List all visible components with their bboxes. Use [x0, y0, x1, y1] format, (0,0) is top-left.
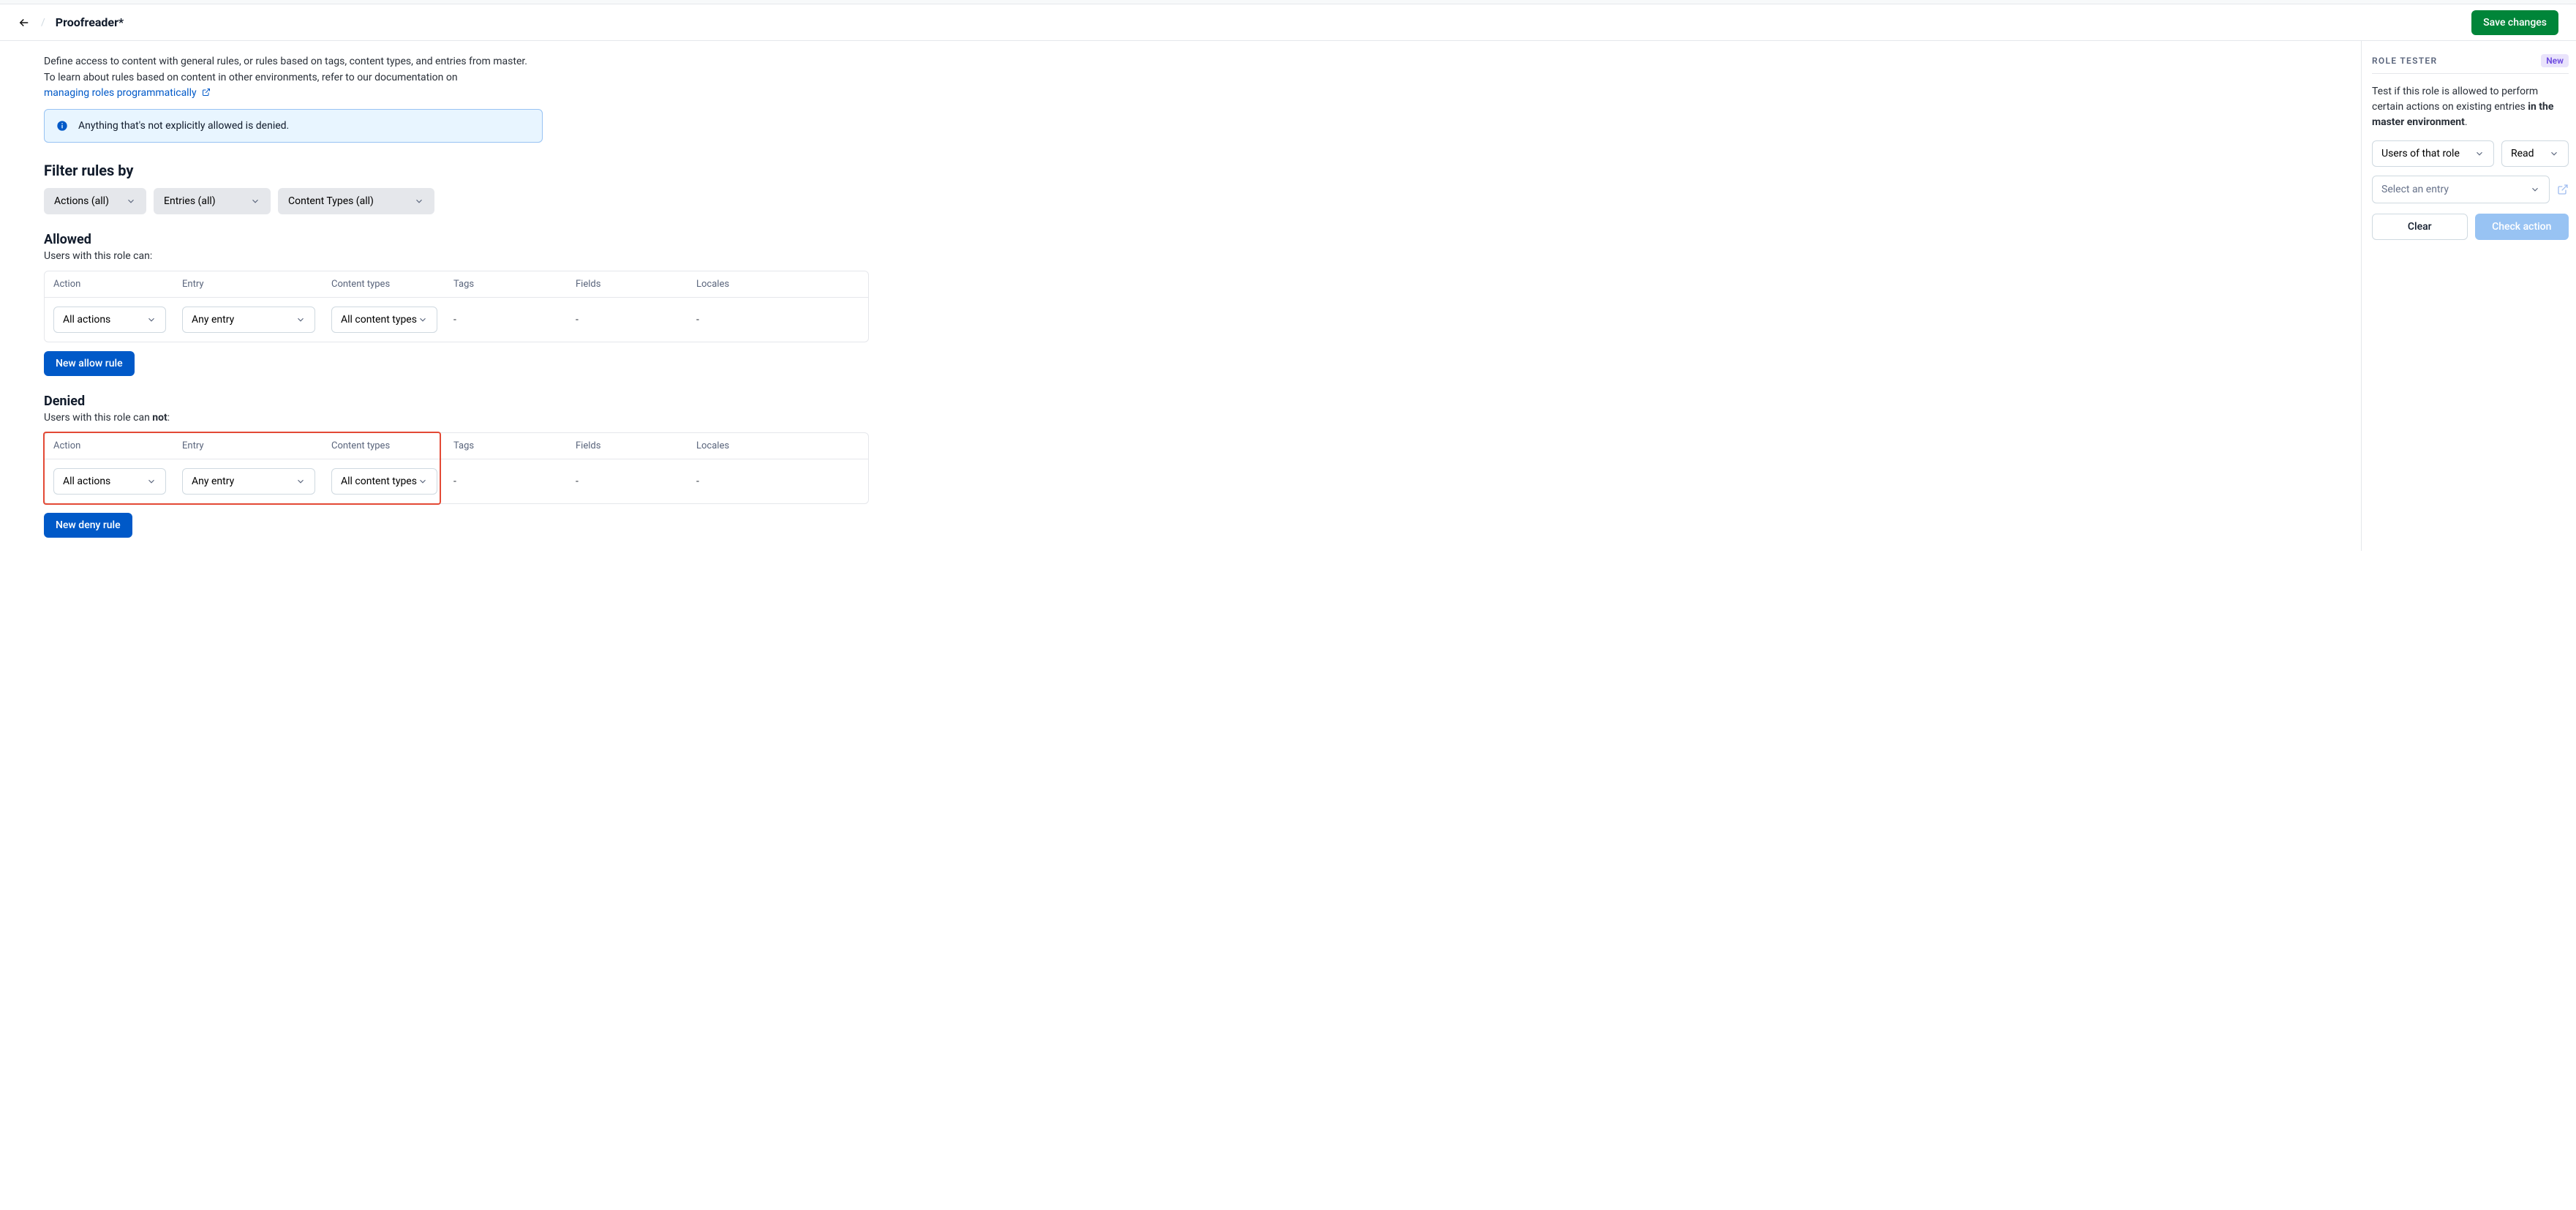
info-text: Anything that's not explicitly allowed i…: [78, 120, 289, 132]
filter-entries-label: Entries (all): [164, 195, 216, 207]
denied-desc-bold: not: [152, 412, 167, 424]
denied-locales-value: -: [696, 476, 859, 487]
denied-entry-select[interactable]: Any entry: [182, 468, 315, 495]
chevron-down-icon: [418, 315, 428, 325]
denied-action-select[interactable]: All actions: [53, 468, 166, 495]
filter-actions-label: Actions (all): [54, 195, 109, 207]
docs-link[interactable]: managing roles programmatically: [44, 87, 211, 99]
table-row: All actions Any entry All content types: [45, 459, 868, 503]
page-header: / Proofreader* Save changes: [0, 4, 2576, 41]
denied-action-value: All actions: [63, 476, 110, 487]
filter-rules-heading: Filter rules by: [44, 162, 2317, 179]
allowed-description: Users with this role can:: [44, 250, 2317, 262]
check-action-button[interactable]: Check action: [2475, 214, 2569, 240]
tester-users-select[interactable]: Users of that role: [2372, 140, 2494, 167]
intro-description: Define access to content with general ru…: [44, 54, 534, 102]
allowed-content-types-value: All content types: [341, 314, 417, 326]
role-tester-title: Role tester: [2372, 56, 2437, 66]
denied-content-types-select[interactable]: All content types: [331, 468, 437, 495]
col-locales: Locales: [696, 279, 859, 290]
chevron-down-icon: [2549, 149, 2559, 159]
chevron-down-icon: [146, 315, 157, 325]
col-entry: Entry: [182, 279, 331, 290]
chevron-down-icon: [295, 476, 306, 486]
denied-content-types-value: All content types: [341, 476, 417, 487]
back-arrow-icon[interactable]: [18, 16, 31, 29]
external-link-icon[interactable]: [2557, 184, 2569, 195]
denied-heading: Denied: [44, 394, 2317, 409]
role-tester-panel: Role tester New Test if this role is all…: [2361, 41, 2576, 551]
chevron-down-icon: [250, 196, 260, 206]
col-locales: Locales: [696, 440, 859, 451]
tester-entry-value: Select an entry: [2381, 184, 2449, 195]
chevron-down-icon: [126, 196, 136, 206]
col-action: Action: [53, 440, 182, 451]
denied-rules-table: Action Entry Content types Tags Fields L…: [44, 432, 869, 504]
tester-action-select[interactable]: Read: [2501, 140, 2569, 167]
allowed-entry-select[interactable]: Any entry: [182, 307, 315, 333]
breadcrumb-separator: /: [41, 17, 45, 29]
chevron-down-icon: [2474, 149, 2485, 159]
col-action: Action: [53, 279, 182, 290]
info-icon: [56, 120, 68, 132]
role-tester-description: Test if this role is allowed to perform …: [2372, 84, 2569, 130]
denied-desc-suffix: :: [167, 412, 170, 424]
main-content: Define access to content with general ru…: [0, 41, 2361, 551]
allowed-content-types-select[interactable]: All content types: [331, 307, 437, 333]
chevron-down-icon: [2530, 184, 2540, 195]
new-deny-rule-button[interactable]: New deny rule: [44, 513, 132, 538]
allowed-entry-value: Any entry: [192, 314, 234, 326]
new-allow-rule-button[interactable]: New allow rule: [44, 351, 135, 376]
tester-action-value: Read: [2511, 148, 2534, 159]
col-tags: Tags: [453, 440, 576, 451]
tester-entry-select[interactable]: Select an entry: [2372, 176, 2550, 203]
col-content-types: Content types: [331, 440, 453, 451]
new-badge: New: [2541, 54, 2569, 67]
external-link-icon: [202, 88, 211, 97]
docs-link-text: managing roles programmatically: [44, 87, 197, 99]
col-fields: Fields: [576, 279, 696, 290]
tester-desc-prefix: Test if this role is allowed to perform …: [2372, 86, 2538, 113]
allowed-tags-value: -: [453, 314, 576, 326]
col-tags: Tags: [453, 279, 576, 290]
allowed-fields-value: -: [576, 314, 696, 326]
tester-desc-suffix: .: [2465, 116, 2468, 128]
col-fields: Fields: [576, 440, 696, 451]
allowed-action-select[interactable]: All actions: [53, 307, 166, 333]
col-content-types: Content types: [331, 279, 453, 290]
denied-tags-value: -: [453, 476, 576, 487]
info-callout: Anything that's not explicitly allowed i…: [44, 109, 543, 143]
page-title: Proofreader*: [56, 15, 124, 29]
table-row: All actions Any entry All content types: [45, 298, 868, 342]
denied-entry-value: Any entry: [192, 476, 234, 487]
save-changes-button[interactable]: Save changes: [2471, 10, 2558, 35]
denied-description: Users with this role can not:: [44, 412, 2317, 424]
filter-content-types[interactable]: Content Types (all): [278, 188, 434, 214]
denied-desc-prefix: Users with this role can: [44, 412, 152, 424]
allowed-locales-value: -: [696, 314, 859, 326]
chevron-down-icon: [146, 476, 157, 486]
denied-fields-value: -: [576, 476, 696, 487]
filter-entries[interactable]: Entries (all): [154, 188, 271, 214]
allowed-heading: Allowed: [44, 232, 2317, 247]
filter-actions[interactable]: Actions (all): [44, 188, 146, 214]
chevron-down-icon: [295, 315, 306, 325]
allowed-rules-table: Action Entry Content types Tags Fields L…: [44, 271, 869, 342]
chevron-down-icon: [418, 476, 428, 486]
col-entry: Entry: [182, 440, 331, 451]
chevron-down-icon: [414, 196, 424, 206]
allowed-action-value: All actions: [63, 314, 110, 326]
clear-button[interactable]: Clear: [2372, 214, 2468, 240]
tester-users-value: Users of that role: [2381, 148, 2460, 159]
intro-text: Define access to content with general ru…: [44, 56, 527, 83]
filter-content-types-label: Content Types (all): [288, 195, 374, 207]
